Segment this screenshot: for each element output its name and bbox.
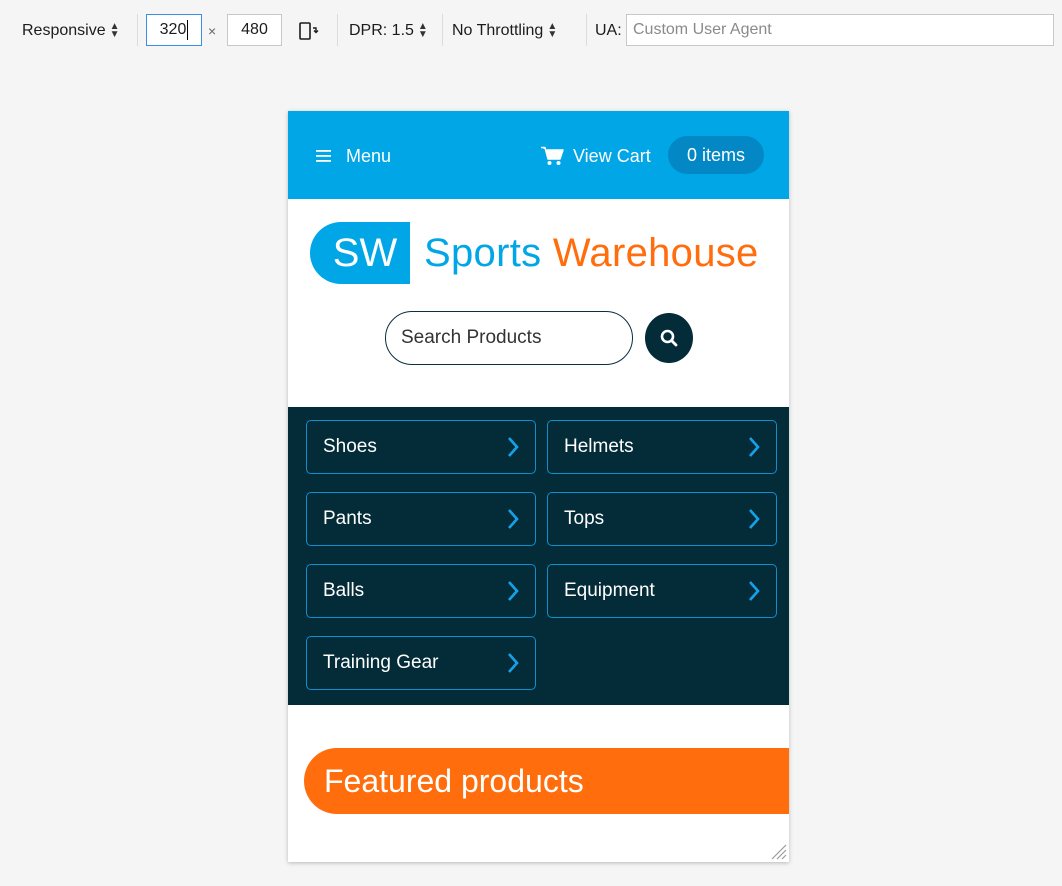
viewport-width-value: 320 [159,21,187,38]
logo-wordmark: Sports Warehouse [424,231,759,276]
rotate-device-button[interactable] [297,15,319,47]
cart-count-badge[interactable]: 0 items [668,136,764,174]
viewport-height-input[interactable]: 480 [227,14,282,46]
chevron-right-icon [508,437,519,457]
text-caret [187,20,189,40]
cart-icon [541,146,564,165]
device-select[interactable]: Responsive ▲ ▼ [22,15,120,47]
select-arrows-icon: ▲ ▼ [109,21,120,40]
hamburger-icon [316,150,331,162]
featured-products-heading: Featured products [304,748,789,814]
divider [337,14,338,46]
user-agent-placeholder: Custom User Agent [633,21,772,38]
category-tops[interactable]: Tops [547,492,777,546]
category-label: Training Gear [323,652,439,673]
rotate-device-icon [299,22,319,40]
chevron-right-icon [508,581,519,601]
ua-label: UA: [595,22,622,39]
dpr-select[interactable]: DPR: 1.5 ▲ ▼ [349,15,428,47]
viewport-width-input[interactable]: 320 [146,14,202,46]
view-cart-link[interactable]: View Cart [541,143,651,169]
category-label: Helmets [564,436,634,457]
logo-mark: SW [310,222,410,284]
category-balls[interactable]: Balls [306,564,536,618]
chevron-right-icon [508,509,519,529]
category-training-gear[interactable]: Training Gear [306,636,536,690]
category-nav: Shoes Helmets Pants Tops Balls Equipment… [288,407,789,705]
resize-handle-icon[interactable] [769,842,787,860]
category-label: Pants [323,508,372,529]
responsive-viewport: Menu View Cart 0 items SW Sports Warehou… [288,111,789,862]
divider [442,14,443,46]
chevron-right-icon [749,581,760,601]
dimension-separator: × [208,23,217,39]
devtools-toolbar: Responsive ▲ ▼ 320 × 480 DPR: 1.5 ▲ ▼ No T… [0,0,1062,62]
category-shoes[interactable]: Shoes [306,420,536,474]
category-pants[interactable]: Pants [306,492,536,546]
select-arrows-icon: ▲ ▼ [417,21,428,40]
dpr-select-label: DPR: 1.5 [349,22,414,39]
select-arrows-icon: ▲ ▼ [547,21,558,40]
view-cart-label: View Cart [573,145,651,166]
search-input[interactable]: Search Products [385,311,633,365]
site-logo[interactable]: SW Sports Warehouse [310,222,759,284]
category-equipment[interactable]: Equipment [547,564,777,618]
chevron-right-icon [508,653,519,673]
category-label: Tops [564,508,605,529]
search-icon [660,329,678,347]
menu-label: Menu [346,145,392,166]
divider [586,14,587,46]
viewport-height-value: 480 [241,21,268,38]
site-header-bar: Menu View Cart 0 items [288,111,789,199]
category-label: Equipment [564,580,655,601]
chevron-right-icon [749,509,760,529]
device-select-label: Responsive [22,22,106,39]
category-label: Shoes [323,436,377,457]
search-placeholder: Search Products [401,327,542,348]
menu-button[interactable]: Menu [316,143,391,169]
throttling-select[interactable]: No Throttling ▲ ▼ [452,15,557,47]
user-agent-input[interactable]: Custom User Agent [626,14,1054,46]
category-label: Balls [323,580,365,601]
chevron-right-icon [749,437,760,457]
logo-word-sports: Sports [424,230,542,275]
search-button[interactable] [645,313,693,363]
divider [137,14,138,46]
logo-word-warehouse: Warehouse [552,230,759,275]
category-helmets[interactable]: Helmets [547,420,777,474]
throttling-select-label: No Throttling [452,22,544,39]
